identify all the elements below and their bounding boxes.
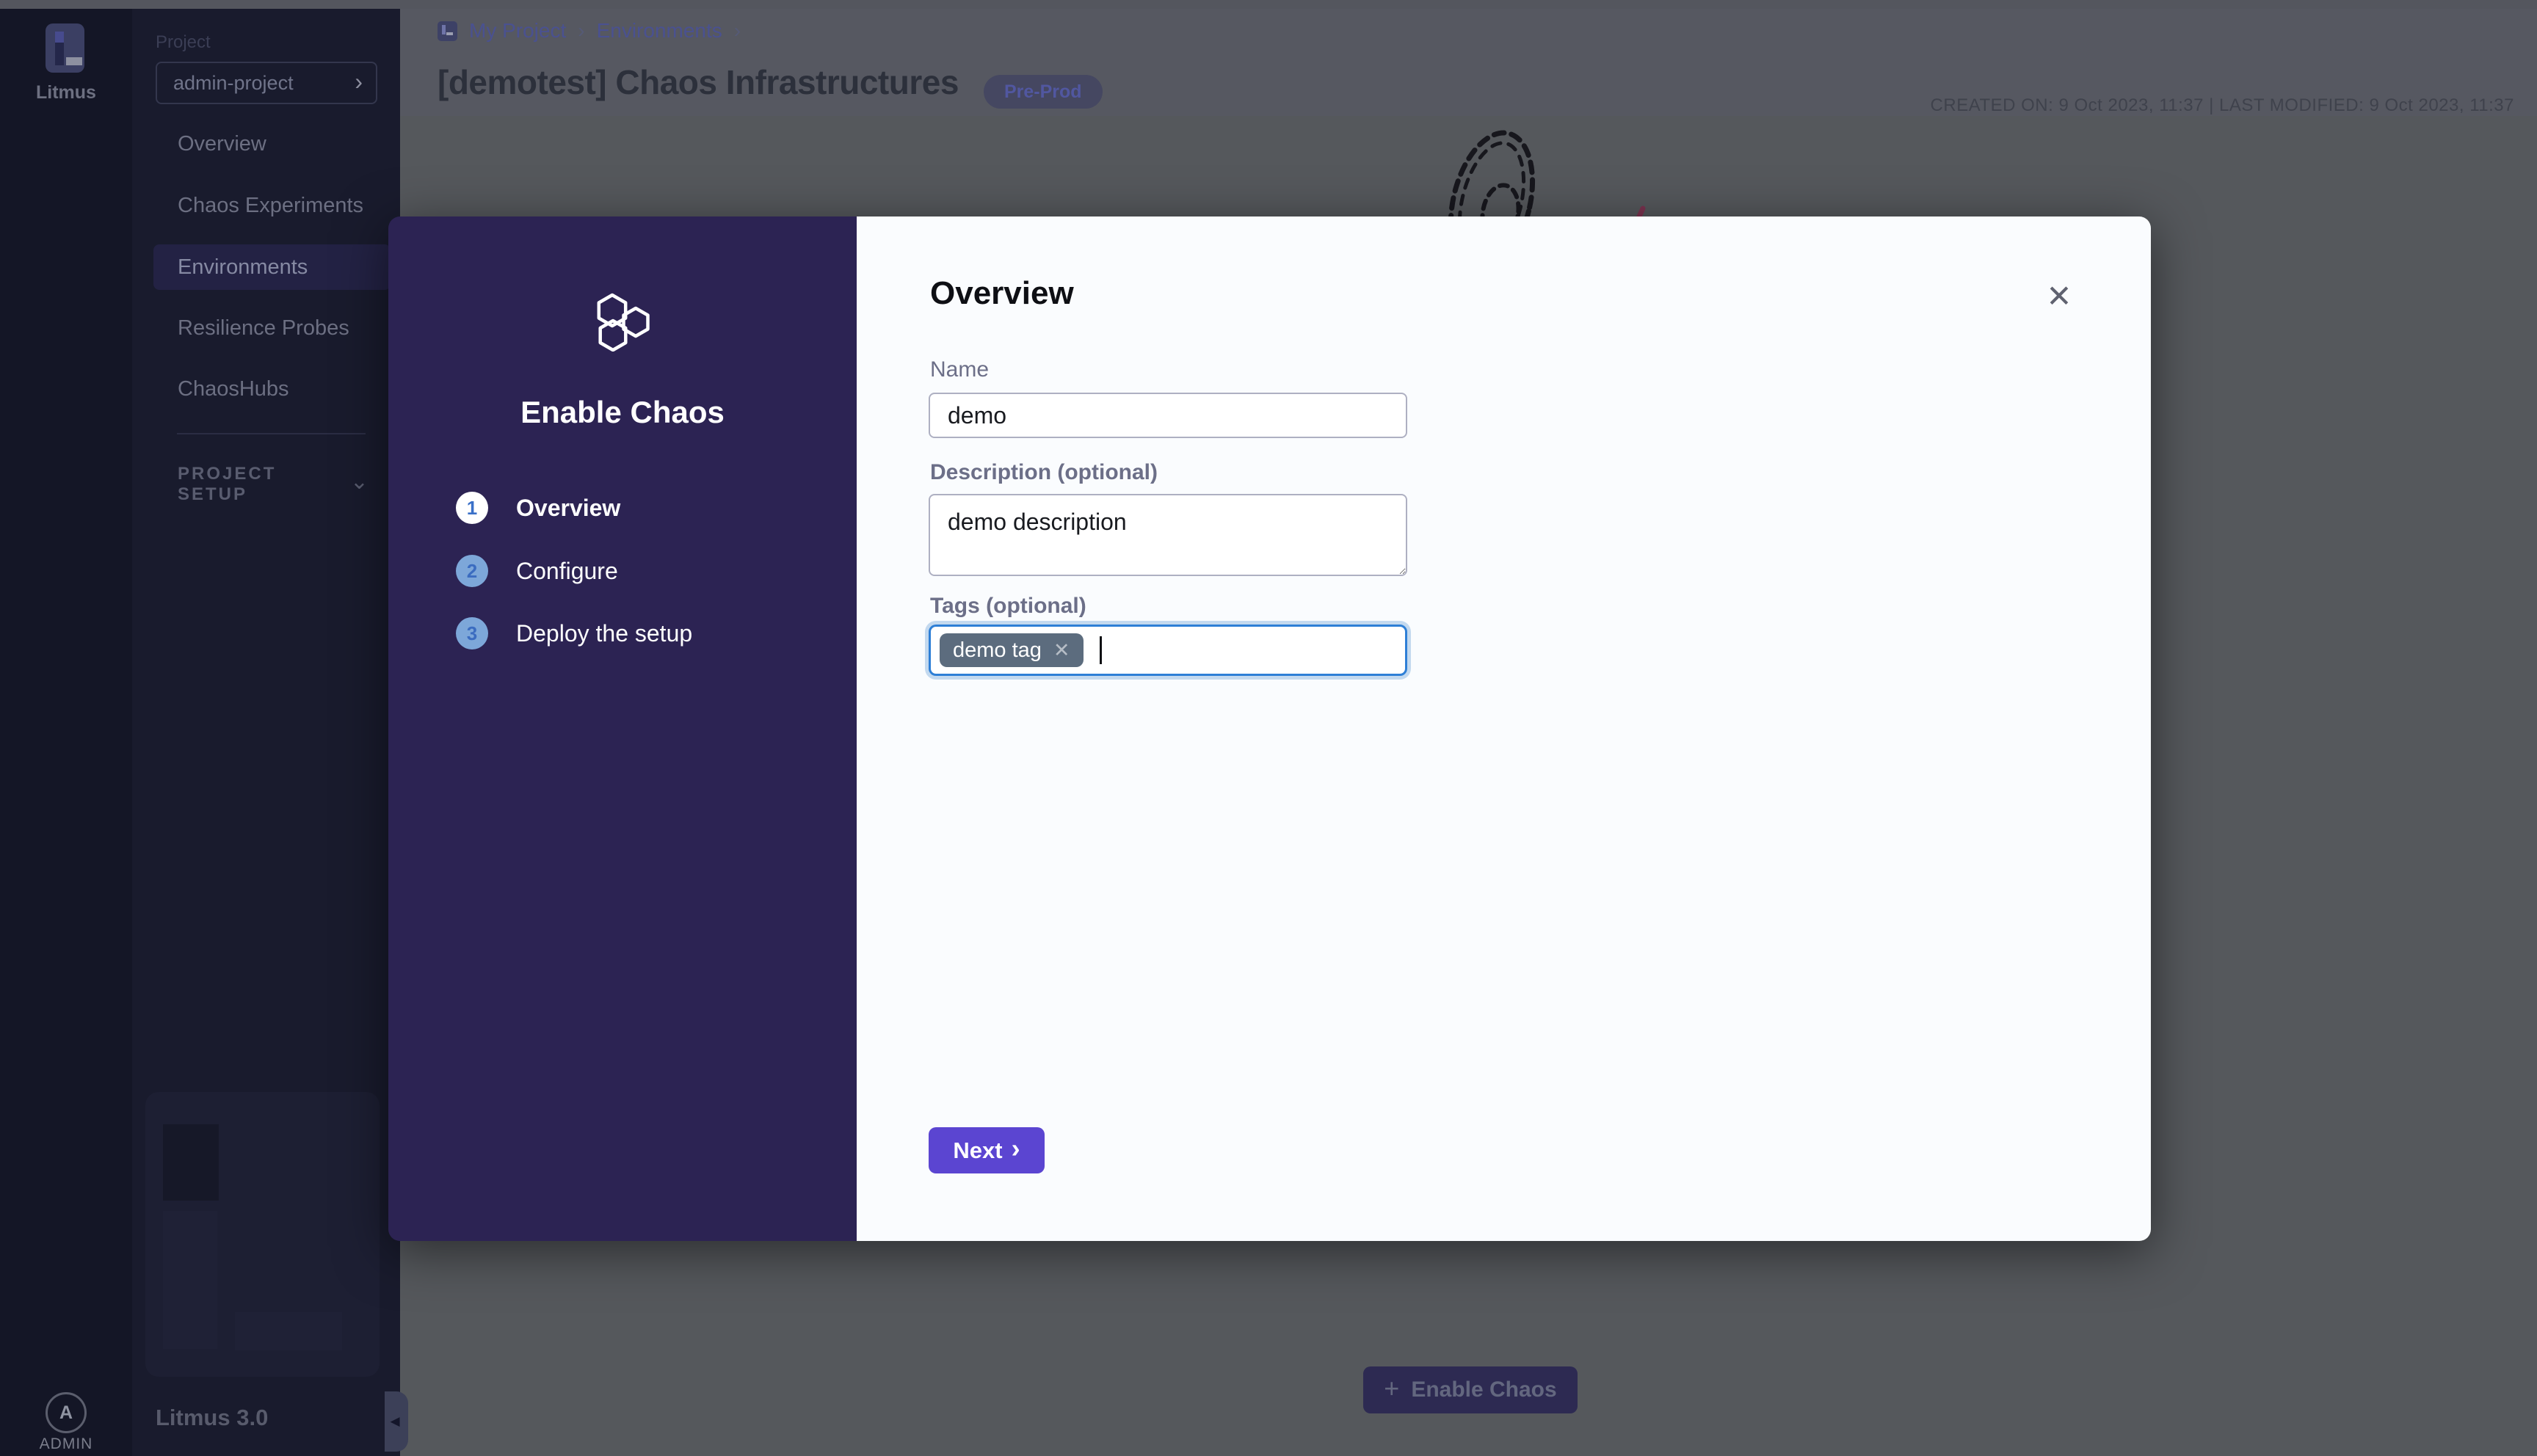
step-number-badge: 3: [456, 617, 488, 649]
description-label: Description (optional): [930, 460, 1158, 485]
enable-chaos-button-label: Enable Chaos: [1411, 1377, 1556, 1402]
wizard-title: Enable Chaos: [388, 395, 857, 430]
chevron-right-icon: ›: [1012, 1133, 1020, 1164]
chevron-right-icon: ›: [355, 70, 363, 93]
step-label: Deploy the setup: [516, 620, 692, 647]
sidebar-item-label: Environments: [178, 255, 308, 280]
next-button[interactable]: Next ›: [929, 1127, 1045, 1173]
page-header: My Project › Environments › [demotest] C…: [400, 9, 2537, 116]
sidebar-item-environments[interactable]: Environments: [178, 251, 383, 283]
enable-chaos-button[interactable]: + Enable Chaos: [1363, 1366, 1578, 1413]
sidebar-collapse-handle[interactable]: ◀: [385, 1391, 408, 1452]
next-button-label: Next: [953, 1138, 1002, 1164]
sidebar-nav: Project admin-project › Overview Chaos E…: [132, 0, 400, 1456]
wizard-step-configure[interactable]: 2 Configure: [456, 555, 618, 587]
step-number-badge: 2: [456, 555, 488, 587]
litmus-environments-screen: My Project › Environments › [demotest] C…: [0, 0, 2537, 1456]
sidebar-item-overview[interactable]: Overview: [178, 128, 383, 160]
sidebar-item-label: Overview: [178, 132, 266, 156]
project-setup-label: PROJECT SETUP: [178, 464, 322, 505]
text-caret: [1100, 636, 1102, 664]
sidebar-item-chaoshubs[interactable]: ChaosHubs: [178, 373, 383, 405]
project-section-label: Project: [156, 32, 211, 53]
nav-divider: [177, 433, 366, 434]
sidebar-item-label: Chaos Experiments: [178, 194, 363, 218]
project-selector-value: admin-project: [173, 72, 294, 95]
close-icon[interactable]: ✕: [2037, 274, 2081, 318]
avatar-initial: A: [59, 1402, 73, 1424]
step-label: Overview: [516, 495, 620, 522]
window-top-strip: [0, 0, 2537, 9]
created-modified-meta: CREATED ON: 9 Oct 2023, 11:37 | LAST MOD…: [1931, 95, 2514, 116]
name-input[interactable]: [929, 393, 1407, 438]
modal-heading: Overview: [930, 275, 1074, 312]
brand-label: Litmus: [0, 82, 132, 103]
breadcrumb-my-project[interactable]: My Project: [469, 19, 566, 43]
sidebar-icon-rail: Litmus A ADMIN: [0, 0, 132, 1456]
breadcrumb: My Project › Environments ›: [438, 16, 741, 46]
overview-form-panel: Overview ✕ Name Description (optional) d…: [857, 216, 2151, 1241]
step-label: Configure: [516, 558, 618, 585]
tag-chip: demo tag ✕: [940, 633, 1084, 667]
sidebar-skeleton-card: [145, 1092, 380, 1377]
hexagons-icon: [595, 293, 680, 352]
tags-label: Tags (optional): [930, 594, 1086, 619]
litmus-logo-icon: [46, 23, 84, 73]
breadcrumb-separator-icon: ›: [734, 19, 741, 43]
tags-input[interactable]: demo tag ✕: [929, 625, 1407, 676]
remove-tag-icon[interactable]: ✕: [1053, 641, 1070, 660]
tag-chip-label: demo tag: [953, 638, 1042, 663]
sidebar-item-label: Resilience Probes: [178, 316, 349, 341]
description-textarea[interactable]: demo description: [929, 494, 1407, 576]
sidebar-item-resilience-probes[interactable]: Resilience Probes: [178, 312, 383, 344]
account-label: ADMIN: [0, 1435, 132, 1453]
page-title: [demotest] Chaos Infrastructures: [438, 62, 959, 102]
breadcrumb-separator-icon: ›: [578, 19, 584, 43]
breadcrumb-logo-icon: [438, 21, 457, 41]
wizard-step-deploy[interactable]: 3 Deploy the setup: [456, 617, 692, 649]
breadcrumb-environments[interactable]: Environments: [597, 19, 722, 43]
step-number-badge: 1: [456, 492, 488, 524]
collapse-left-icon: ◀: [390, 1414, 399, 1429]
enable-chaos-modal: Enable Chaos 1 Overview 2 Configure 3 De…: [388, 216, 2151, 1241]
environment-type-badge: Pre-Prod: [984, 75, 1103, 109]
chevron-down-icon: ⌄: [350, 469, 369, 495]
project-setup-section[interactable]: PROJECT SETUP ⌄: [178, 464, 369, 505]
wizard-panel: Enable Chaos 1 Overview 2 Configure 3 De…: [388, 216, 857, 1241]
plus-icon: +: [1384, 1373, 1399, 1404]
sidebar-item-chaos-experiments[interactable]: Chaos Experiments: [178, 189, 383, 222]
sidebar-item-label: ChaosHubs: [178, 377, 289, 401]
user-avatar[interactable]: A: [46, 1392, 87, 1433]
name-label: Name: [930, 357, 989, 382]
app-version-label: Litmus 3.0: [156, 1405, 268, 1431]
wizard-step-overview[interactable]: 1 Overview: [456, 492, 620, 524]
project-selector[interactable]: admin-project ›: [156, 62, 377, 104]
